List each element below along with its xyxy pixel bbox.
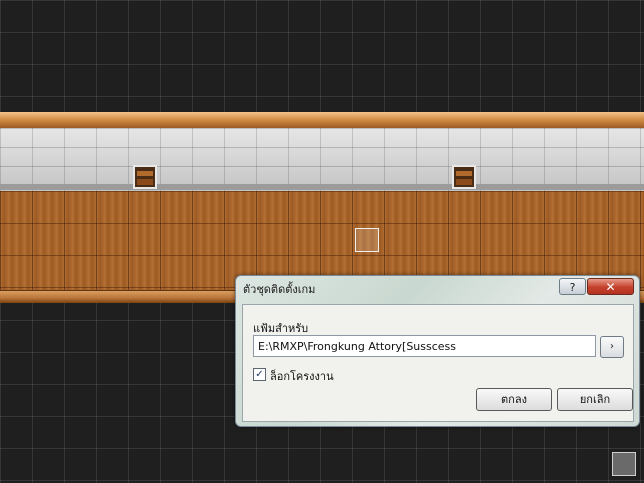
help-button[interactable]: ? [559, 278, 586, 295]
cancel-button[interactable]: ยกเลิก [557, 388, 633, 411]
ok-button[interactable]: ตกลง [476, 388, 552, 411]
upper-wall-trim [0, 112, 644, 129]
close-button[interactable]: ✕ [587, 278, 634, 295]
folder-path-input[interactable] [253, 335, 596, 357]
tile-cursor[interactable] [355, 228, 379, 252]
dialog-title: ตัวชุดติดตั้งเกม [243, 283, 316, 296]
checkmark-icon: ✓ [255, 369, 264, 380]
chevron-right-icon: › [610, 341, 614, 352]
dialog-titlebar[interactable]: ตัวชุดติดตั้งเกม ? ✕ [236, 276, 639, 298]
install-dialog: ตัวชุดติดตั้งเกม ? ✕ แฟ้มสำหรับ › ✓ ล็อก… [235, 275, 640, 427]
tile-preview[interactable] [612, 452, 636, 476]
chest-icon[interactable] [452, 165, 476, 189]
dialog-body: แฟ้มสำหรับ › ✓ ล็อกโครงงาน ตกลง ยกเลิก [242, 304, 634, 422]
lock-project-label[interactable]: ล็อกโครงงาน [270, 367, 334, 385]
map-room[interactable] [0, 112, 644, 303]
lock-project-checkbox[interactable]: ✓ [253, 368, 266, 381]
browse-button[interactable]: › [600, 336, 624, 358]
chest-icon[interactable] [133, 165, 157, 189]
wall-baseboard [0, 184, 644, 190]
